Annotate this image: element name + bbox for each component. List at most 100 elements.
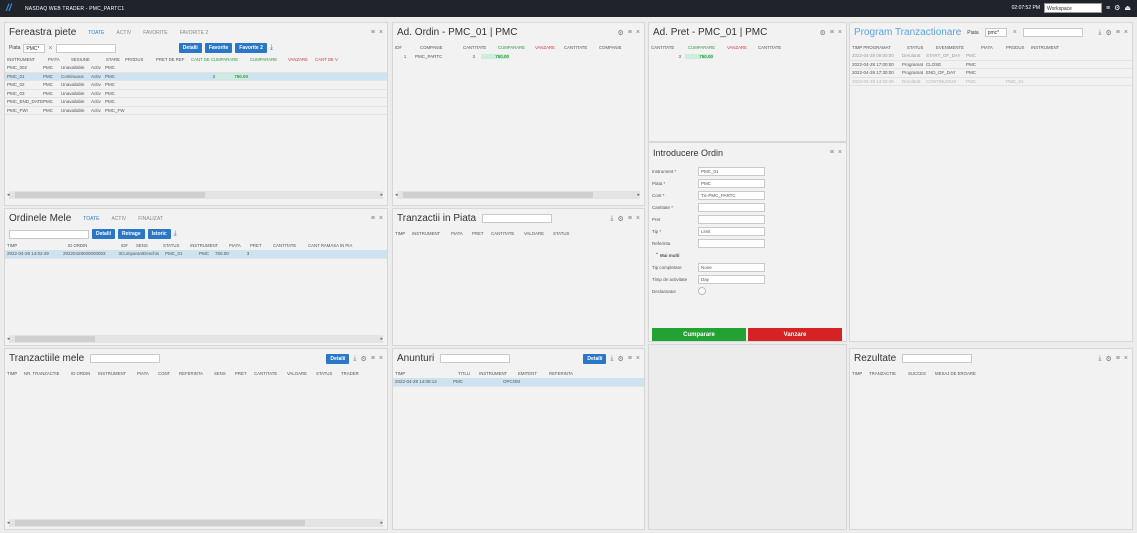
export-icon[interactable]: ⤓ — [610, 355, 613, 363]
column-header[interactable]: SENS — [214, 371, 230, 376]
column-header[interactable]: PRET — [235, 371, 249, 376]
column-header[interactable]: TIMP PROGRAMAT — [852, 45, 902, 50]
column-header[interactable]: VALOARE — [524, 231, 548, 236]
schedule-search-input[interactable] — [1022, 28, 1083, 37]
scroll-left-icon[interactable]: ◂ — [7, 192, 10, 198]
close-icon[interactable]: × — [636, 355, 640, 362]
scroll-right-icon[interactable]: ▸ — [380, 520, 383, 526]
menu-icon[interactable]: ≡ — [371, 29, 375, 36]
clear-icon[interactable]: × — [48, 45, 52, 52]
menu-icon[interactable]: ≡ — [371, 355, 375, 362]
menu-icon[interactable]: ≡ — [830, 29, 834, 37]
table-row[interactable]: 2022-04-28 14:02:49 Derularat CONTINUOUS PM… — [850, 78, 1132, 86]
price-field[interactable] — [698, 214, 765, 224]
export-icon[interactable]: ⤓ — [1098, 355, 1101, 363]
more-options-toggle[interactable]: Mai multi — [660, 253, 680, 258]
withdraw-button[interactable]: Retrage — [118, 229, 145, 239]
announcements-search-input[interactable] — [440, 354, 511, 363]
gear-icon[interactable]: ⚙ — [361, 355, 367, 363]
gear-icon[interactable]: ⚙ — [618, 215, 624, 223]
menu-icon[interactable]: ≡ — [628, 215, 632, 223]
column-header[interactable]: CONT — [158, 371, 174, 376]
column-header[interactable]: PIATA — [48, 57, 66, 62]
column-header[interactable]: PIATA — [451, 231, 467, 236]
column-header[interactable]: INSTRUMENT — [479, 371, 513, 376]
column-header[interactable]: TIMP — [395, 231, 407, 236]
column-header[interactable]: REFERINTA — [179, 371, 209, 376]
details-button[interactable]: Detalii — [326, 353, 350, 364]
account-field[interactable]: Tic-PMC_PARTC — [698, 190, 765, 200]
column-header[interactable]: TIMP — [7, 243, 63, 248]
column-header[interactable]: TITLU — [458, 371, 474, 376]
sell-button[interactable]: Vanzare — [748, 328, 842, 341]
table-row[interactable]: PMC_02 PMC Unavailable Activ PMC — [5, 81, 387, 90]
table-row[interactable]: 2022-04-28 14:02:49 20220428000000003 3 … — [5, 250, 387, 259]
table-row[interactable]: 2022-04-28 14:08:14 PMC OPCOM — [393, 378, 644, 387]
close-icon[interactable]: × — [1124, 355, 1128, 363]
scroll-left-icon[interactable]: ◂ — [7, 520, 10, 526]
market-filter-input[interactable]: PMC* — [23, 43, 46, 53]
gear-icon[interactable]: ⚙ — [618, 355, 624, 363]
scroll-left-icon[interactable]: ◂ — [395, 192, 398, 198]
market-search-input[interactable] — [55, 43, 116, 53]
schedule-filter-input[interactable]: pmc* — [984, 28, 1007, 37]
gear-icon[interactable]: ⚙ — [1114, 4, 1120, 12]
column-header[interactable]: TRADER — [341, 371, 363, 376]
close-icon[interactable]: × — [379, 215, 383, 222]
menu-icon[interactable]: ≡ — [371, 215, 375, 222]
column-header[interactable]: SUCCES — [908, 371, 930, 376]
close-icon[interactable]: × — [636, 29, 640, 37]
close-icon[interactable]: × — [379, 29, 383, 36]
tab-toate[interactable]: TOATE — [83, 216, 99, 222]
favorite-button[interactable]: Favorite — [204, 43, 233, 53]
column-header[interactable]: SESIUNE — [71, 57, 101, 62]
market-trades-search-input[interactable] — [482, 214, 553, 223]
buy-button[interactable]: Cumparare — [652, 328, 746, 341]
column-header[interactable]: TIMP — [7, 371, 19, 376]
table-row[interactable]: PMC_01 PMC Continuous Activ PMC 3 750.00 — [5, 72, 387, 81]
column-header[interactable]: PRET — [472, 231, 486, 236]
table-row[interactable]: PMC_002 PMC Unavailable Activ PMC — [5, 64, 387, 73]
close-icon[interactable]: × — [636, 215, 640, 223]
export-icon[interactable]: ⤓ — [270, 44, 273, 52]
column-header[interactable]: INSTRUMENT — [412, 231, 446, 236]
menu-icon[interactable]: ≡ — [628, 29, 632, 37]
fill-type-select[interactable]: None — [698, 262, 765, 272]
tab-favorite-2[interactable]: FAVORITE 2 — [180, 30, 209, 36]
column-header[interactable]: STARE — [106, 57, 120, 62]
details-button[interactable]: Detalii — [92, 229, 116, 239]
table-row[interactable]: 3 750.00 — [649, 52, 846, 61]
column-header[interactable]: SENS — [136, 243, 158, 248]
column-header[interactable]: PRODUS — [125, 57, 151, 62]
table-row[interactable]: PMC_03 PMC Unavailable Activ PMC — [5, 90, 387, 98]
instrument-field[interactable]: PMC_01 — [698, 166, 765, 176]
table-row[interactable]: PMC_FWI PMC Unavailable Activ PMC_FW — [5, 107, 387, 115]
orders-search-input[interactable] — [9, 229, 89, 239]
close-icon[interactable]: × — [379, 355, 383, 362]
column-header[interactable]: CANT DE V — [315, 57, 345, 62]
table-row[interactable]: 2022-04-28 00:00:00 Derularat START_OF_DAY… — [850, 52, 1132, 61]
trigger-toggle[interactable] — [698, 287, 706, 295]
column-header[interactable]: TIMP — [395, 371, 453, 376]
column-header[interactable]: INSTRUMENT — [7, 57, 43, 62]
tab-activ[interactable]: ACTIV — [116, 30, 131, 36]
market-field[interactable]: PMC — [698, 178, 765, 188]
column-header[interactable]: PRET DE REF — [156, 57, 186, 62]
table-row[interactable]: PMC_END_DATE PMC Unavailable Activ PMC — [5, 98, 387, 107]
favorite-2-button[interactable]: Favorite 2 — [235, 43, 267, 53]
reference-field[interactable] — [698, 238, 765, 248]
column-header[interactable]: CANTITATE — [254, 371, 282, 376]
column-header[interactable]: CANT DE CUMPARARE — [191, 57, 245, 62]
column-header[interactable]: CANT RAMASA IN PIA — [308, 243, 364, 248]
close-icon[interactable]: × — [1124, 29, 1128, 37]
gear-icon[interactable]: ⚙ — [1106, 29, 1112, 37]
column-header[interactable]: ID ORDIN — [71, 371, 93, 376]
column-header[interactable]: VANZARE — [288, 57, 310, 62]
column-header[interactable]: REFERINTA — [549, 371, 579, 376]
tab-toate[interactable]: TOATE — [88, 30, 104, 36]
column-header[interactable]: PIATA — [229, 243, 245, 248]
table-row[interactable]: 2022-04-28 17:30:00 Programat END_OF_DAY PM… — [850, 69, 1132, 78]
column-header[interactable]: STATUS — [316, 371, 336, 376]
column-header[interactable]: CANTITATE — [273, 243, 303, 248]
details-button[interactable]: Detalii — [583, 353, 607, 364]
